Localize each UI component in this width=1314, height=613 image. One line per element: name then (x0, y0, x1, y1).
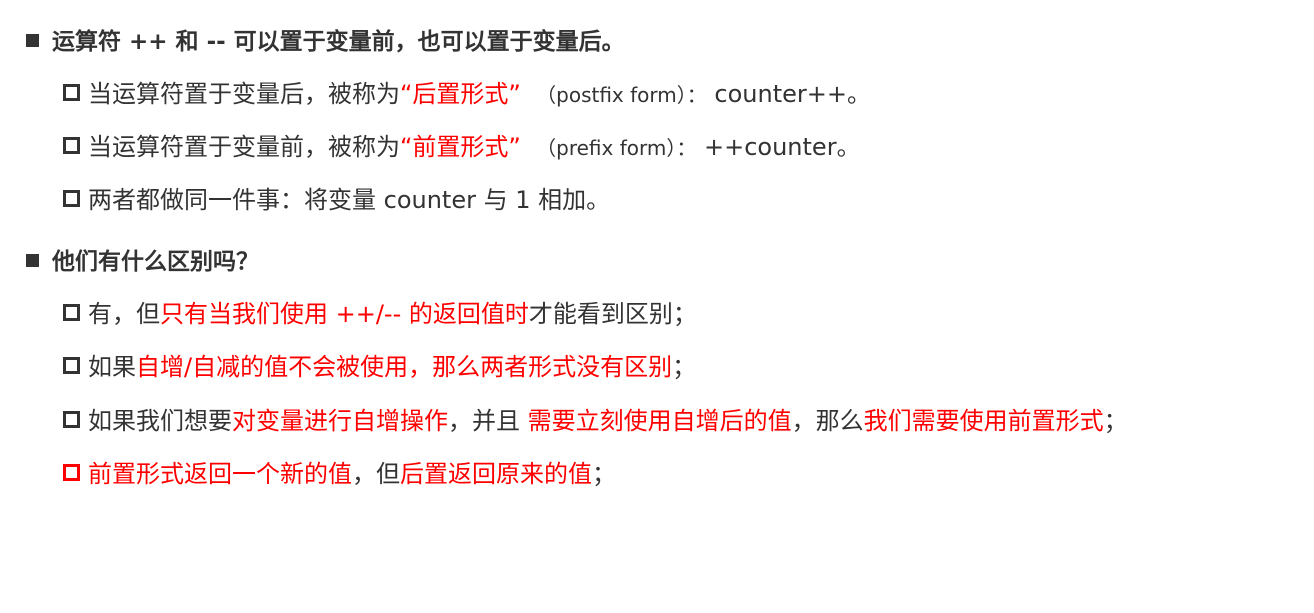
term-prefix: “前置形式” (400, 133, 521, 161)
highlight-text: 只有当我们使用 ++/-- 的返回值时 (160, 300, 529, 328)
item-text: 才能看到区别； (528, 300, 697, 328)
hollow-square-bullet-icon (63, 464, 80, 481)
item-text: 如果我们想要 (88, 407, 232, 435)
item-text: 如果 (88, 353, 136, 381)
hollow-square-bullet-icon (63, 190, 80, 207)
item-text: ，那么 (791, 407, 864, 435)
item-text: ； (592, 460, 616, 488)
list-item-use-prefix: 如果我们想要对变量进行自增操作，并且 需要立刻使用自增后的值，那么我们需要使用前… (63, 405, 1128, 437)
item-text: ，但 (352, 460, 400, 488)
item-text: 两者都做同一件事：将变量 counter 与 1 相加。 (88, 186, 611, 214)
code-example: ++counter。 (704, 133, 861, 161)
term-note: （postfix form）： (536, 83, 707, 107)
square-bullet-icon (26, 254, 39, 267)
heading-text: 运算符 ++ 和 -- 可以置于变量前，也可以置于变量后。 (52, 29, 625, 55)
section-heading-operators: 运算符 ++ 和 -- 可以置于变量前，也可以置于变量后。 (26, 26, 625, 58)
list-item-same: 两者都做同一件事：将变量 counter 与 1 相加。 (63, 184, 610, 216)
item-text: 当运算符置于变量后，被称为 (88, 80, 400, 108)
highlight-text: 对变量进行自增操作 (232, 407, 448, 435)
square-bullet-icon (26, 34, 39, 47)
hollow-square-bullet-icon (63, 84, 80, 101)
hollow-square-bullet-icon (63, 357, 80, 374)
highlight-text: 我们需要使用前置形式 (863, 407, 1104, 435)
highlight-text: 前置形式返回一个新的值 (88, 460, 352, 488)
list-item-postfix: 当运算符置于变量后，被称为“后置形式” （postfix form）： coun… (63, 78, 871, 111)
section-heading-difference: 他们有什么区别吗？ (26, 246, 259, 278)
item-text: ； (672, 353, 697, 381)
item-text: 当运算符置于变量前，被称为 (88, 133, 400, 161)
term-postfix: “后置形式” (400, 80, 521, 108)
list-item-return-difference: 前置形式返回一个新的值，但后置返回原来的值； (63, 458, 616, 490)
term-note: （prefix form）： (536, 136, 697, 160)
hollow-square-bullet-icon (63, 137, 80, 154)
hollow-square-bullet-icon (63, 411, 80, 428)
item-text: ，并且 (448, 407, 528, 435)
heading-text: 他们有什么区别吗？ (52, 249, 259, 275)
code-example: counter++。 (714, 80, 871, 108)
list-item-prefix: 当运算符置于变量前，被称为“前置形式” （prefix form）： ++cou… (63, 131, 861, 164)
list-item-return-value: 有，但只有当我们使用 ++/-- 的返回值时才能看到区别； (63, 298, 697, 330)
highlight-text: 后置返回原来的值 (400, 460, 592, 488)
hollow-square-bullet-icon (63, 304, 80, 321)
highlight-text: 自增/自减的值不会被使用，那么两者形式没有区别 (136, 353, 673, 381)
item-text: ； (1103, 407, 1128, 435)
list-item-unused-value: 如果自增/自减的值不会被使用，那么两者形式没有区别； (63, 351, 696, 383)
item-text: 有，但 (88, 300, 160, 328)
highlight-text: 需要立刻使用自增后的值 (527, 407, 792, 435)
